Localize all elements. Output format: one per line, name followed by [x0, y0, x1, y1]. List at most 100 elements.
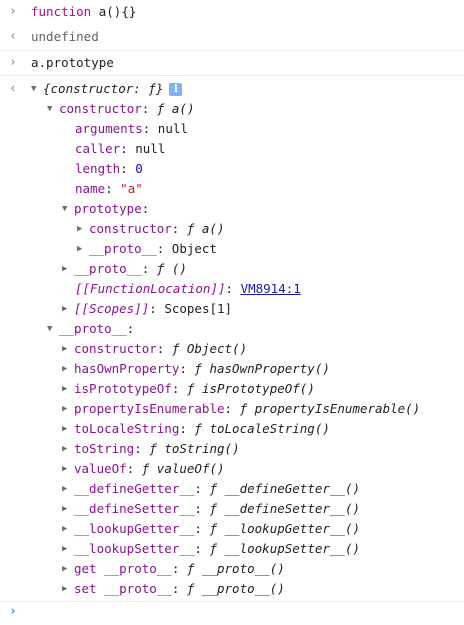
tree-row[interactable]: ▶ hasOwnProperty: ƒ hasOwnProperty(): [0, 359, 464, 379]
tree-node: ▶ __lookupGetter__: ƒ __lookupGetter__(): [62, 519, 360, 539]
tree-row: arguments: null: [0, 119, 464, 139]
triangle-down-icon[interactable]: ▼: [62, 199, 74, 219]
tree-row[interactable]: ▶ __lookupSetter__: ƒ __lookupSetter__(): [0, 539, 464, 559]
property-value: ƒ __proto__(): [186, 581, 285, 596]
tree-node: ▶ constructor: ƒ a(): [77, 219, 225, 239]
triangle-right-icon[interactable]: ▶: [62, 499, 74, 519]
colon: :: [134, 441, 150, 456]
property-key: __lookupSetter__: [74, 541, 195, 556]
property-key: __defineSetter__: [74, 501, 195, 516]
tree-row[interactable]: ▶ valueOf: ƒ valueOf(): [0, 459, 464, 479]
console-input-code: function a(){}: [31, 2, 136, 22]
triangle-right-icon[interactable]: ▶: [62, 539, 74, 559]
tree-row[interactable]: ▶ propertyIsEnumerable: ƒ propertyIsEnume…: [0, 399, 464, 419]
object-root: ▼ {constructor: ƒ} i: [31, 79, 183, 99]
property-value: ƒ propertyIsEnumerable(): [239, 401, 421, 416]
tree-row[interactable]: ▶ set __proto__: ƒ __proto__(): [0, 579, 464, 599]
triangle-right-icon[interactable]: ▶: [62, 459, 74, 479]
tree-node: name: "a": [75, 179, 143, 199]
triangle-down-icon[interactable]: ▼: [47, 319, 59, 339]
property-key: name: [75, 181, 106, 196]
chevron-right-icon: ›: [9, 55, 17, 70]
tree-row[interactable]: ▶ __defineSetter__: ƒ __defineSetter__(): [0, 499, 464, 519]
tree-row[interactable]: ▶ __lookupGetter__: ƒ __lookupGetter__(): [0, 519, 464, 539]
tree-row[interactable]: ▶ [[Scopes]]: Scopes[1]: [0, 299, 464, 319]
object-root-row[interactable]: ‹ ▼ {constructor: ƒ} i: [0, 79, 464, 99]
property-key: set __proto__: [74, 581, 172, 596]
tree-node: ▶ toLocaleString: ƒ toLocaleString(): [62, 419, 330, 439]
tree-row[interactable]: ▼ constructor: ƒ a(): [0, 99, 464, 119]
console-input-row: › a.prototype: [0, 53, 464, 73]
tree-row[interactable]: ▶ __proto__: ƒ (): [0, 259, 464, 279]
tree-node: ▼ constructor: ƒ a(): [47, 99, 195, 119]
tree-row[interactable]: ▶ __proto__: Object: [0, 239, 464, 259]
property-key: prototype: [74, 201, 142, 216]
internal-key: [[FunctionLocation]]: [75, 281, 226, 296]
property-value: ƒ (): [156, 261, 187, 276]
tree-row[interactable]: ▼ __proto__:: [0, 319, 464, 339]
tree-row[interactable]: ▶ toLocaleString: ƒ toLocaleString(): [0, 419, 464, 439]
property-value: null: [135, 141, 166, 156]
colon: :: [194, 481, 210, 496]
colon: :: [171, 561, 187, 576]
source-link[interactable]: VM8914:1: [241, 281, 301, 296]
tree-row[interactable]: ▶ get __proto__: ƒ __proto__(): [0, 559, 464, 579]
property-key: __proto__: [74, 261, 142, 276]
tree-node: ▶ __proto__: ƒ (): [62, 259, 187, 279]
tree-row[interactable]: ▶ toString: ƒ toString(): [0, 439, 464, 459]
tree-row[interactable]: ▶ __defineGetter__: ƒ __defineGetter__(): [0, 479, 464, 499]
colon: :: [120, 141, 136, 156]
triangle-right-icon[interactable]: ▶: [62, 359, 74, 379]
triangle-right-icon[interactable]: ▶: [62, 479, 74, 499]
tree-row: name: "a": [0, 179, 464, 199]
colon: :: [105, 181, 121, 196]
property-value: Object: [171, 241, 217, 256]
tree-row[interactable]: ▶ constructor: ƒ a(): [0, 219, 464, 239]
triangle-right-icon[interactable]: ▶: [62, 559, 74, 579]
colon: :: [156, 341, 172, 356]
tree-node: ▼ prototype:: [62, 199, 149, 219]
colon: :: [171, 221, 187, 236]
property-key: constructor: [74, 341, 157, 356]
tree-node: [[FunctionLocation]]: VM8914:1: [75, 279, 301, 299]
triangle-right-icon[interactable]: ▶: [77, 239, 89, 259]
tree-node: ▶ isPrototypeOf: ƒ isPrototypeOf(): [62, 379, 315, 399]
tree-node: ▶ __lookupSetter__: ƒ __lookupSetter__(): [62, 539, 360, 559]
triangle-right-icon[interactable]: ▶: [62, 299, 74, 319]
tree-row[interactable]: ▼ prototype:: [0, 199, 464, 219]
triangle-right-icon[interactable]: ▶: [62, 439, 74, 459]
property-value: 0: [135, 161, 143, 176]
property-key: constructor: [59, 101, 142, 116]
property-value: ƒ __lookupSetter__(): [209, 541, 360, 556]
triangle-down-icon[interactable]: ▼: [31, 79, 43, 99]
triangle-down-icon[interactable]: ▼: [47, 99, 59, 119]
property-value: ƒ __defineGetter__(): [209, 481, 360, 496]
info-icon[interactable]: i: [169, 83, 183, 96]
console-prompt[interactable]: ›: [0, 602, 464, 625]
tree-node: ▶ hasOwnProperty: ƒ hasOwnProperty(): [62, 359, 330, 379]
colon: :: [141, 201, 150, 216]
property-value: ƒ a(): [156, 101, 195, 116]
triangle-right-icon[interactable]: ▶: [62, 339, 74, 359]
property-value: ƒ hasOwnProperty(): [194, 361, 330, 376]
colon: :: [194, 501, 210, 516]
triangle-right-icon[interactable]: ▶: [62, 519, 74, 539]
tree-row[interactable]: ▶ constructor: ƒ Object(): [0, 339, 464, 359]
triangle-right-icon[interactable]: ▶: [77, 219, 89, 239]
triangle-right-icon[interactable]: ▶: [62, 579, 74, 599]
colon: :: [141, 101, 157, 116]
result-undefined: undefined: [31, 29, 99, 44]
triangle-right-icon[interactable]: ▶: [62, 259, 74, 279]
tree-node: ▶ valueOf: ƒ valueOf(): [62, 459, 225, 479]
tree-node: caller: null: [75, 139, 165, 159]
triangle-right-icon[interactable]: ▶: [62, 419, 74, 439]
console-input-row: › function a(){}: [0, 2, 464, 22]
divider: [0, 50, 464, 51]
triangle-right-icon[interactable]: ▶: [62, 379, 74, 399]
triangle-right-icon[interactable]: ▶: [62, 399, 74, 419]
property-value: "a": [120, 181, 143, 196]
tree-node: length: 0: [75, 159, 143, 179]
tree-row[interactable]: ▶ isPrototypeOf: ƒ isPrototypeOf(): [0, 379, 464, 399]
property-key: caller: [75, 141, 121, 156]
chevron-left-icon: ‹: [9, 29, 17, 44]
